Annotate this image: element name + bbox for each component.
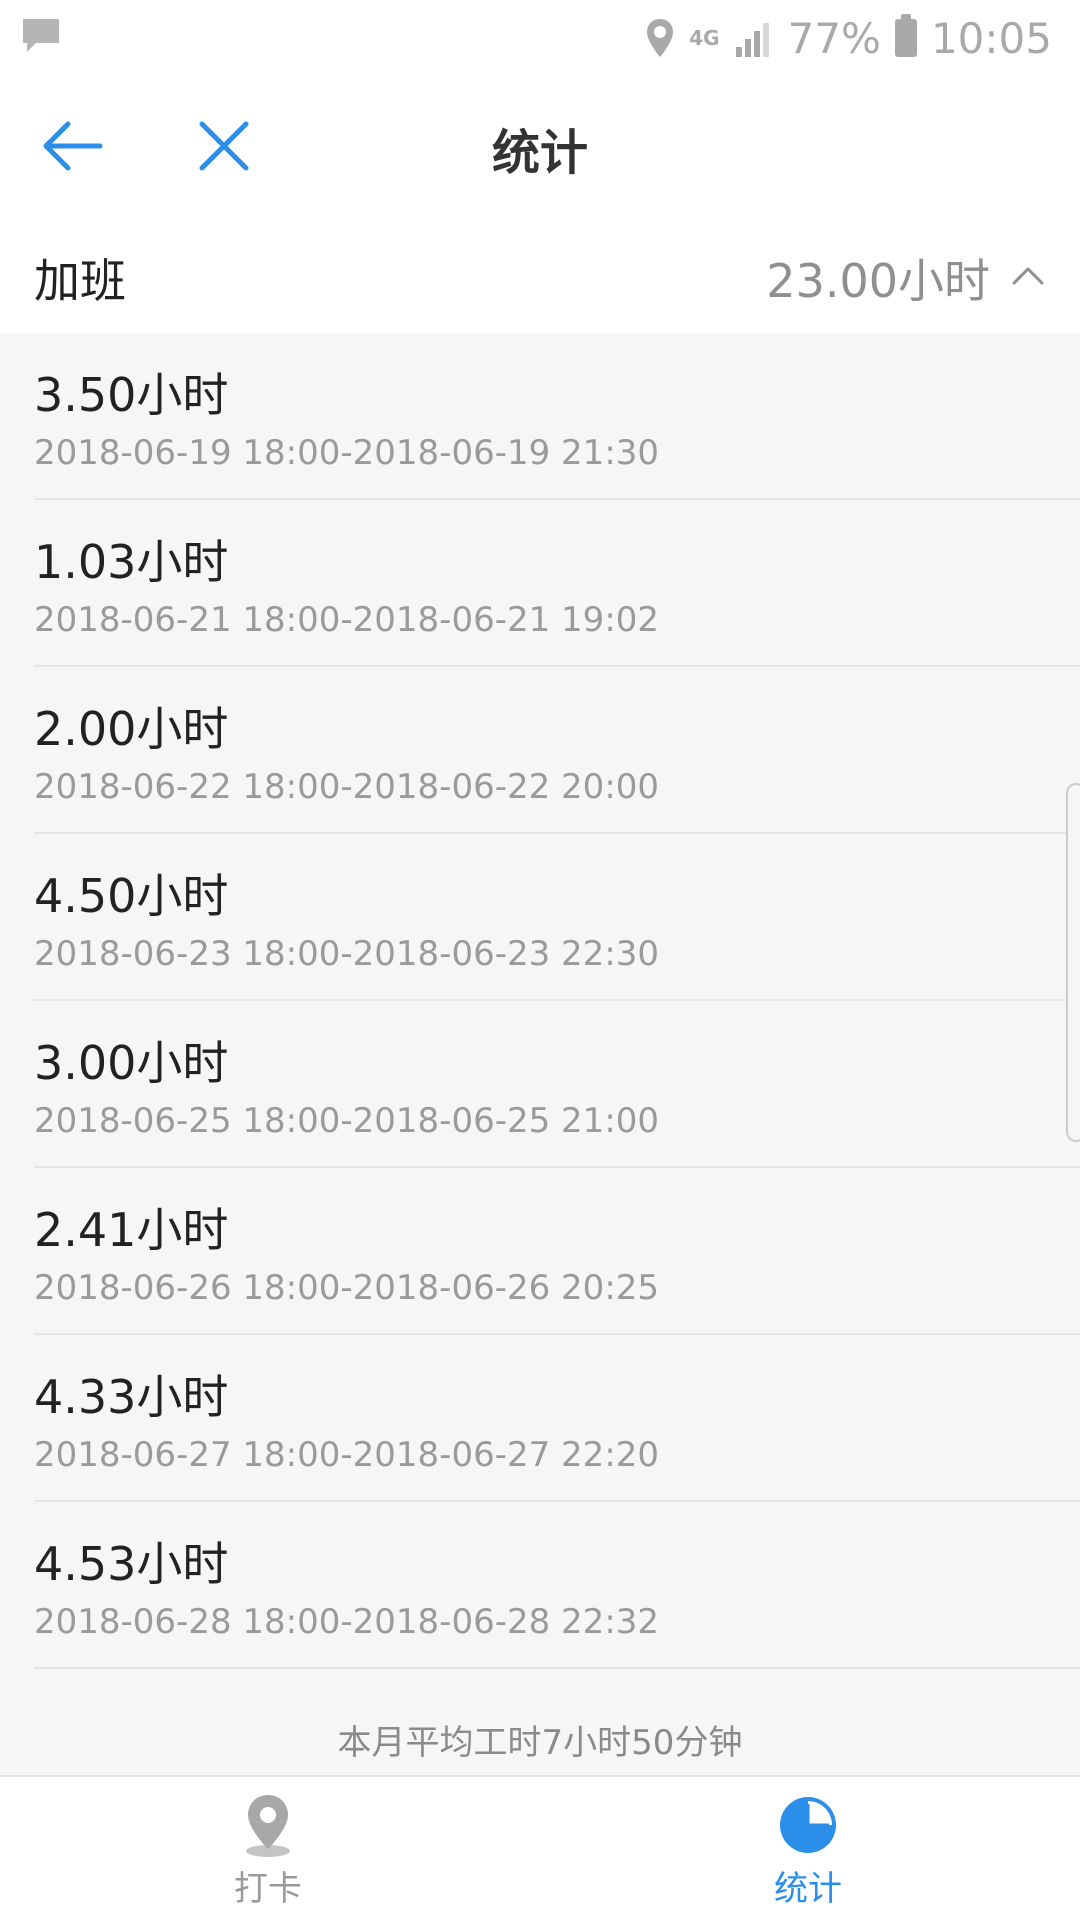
- item-hours: 1.03小时: [34, 535, 229, 589]
- item-hours: 3.50小时: [34, 368, 229, 422]
- battery-icon: [894, 14, 917, 57]
- item-hours: 3.00小时: [34, 1036, 229, 1090]
- item-hours: 2.00小时: [34, 702, 229, 756]
- item-time-range: 2018-06-26 18:00-2018-06-26 20:25: [34, 1268, 660, 1308]
- screen: 4G 77% 10:05 统计 加班 23.00小时 3.50小时 2018-0…: [0, 0, 1080, 1920]
- item-time-range: 2018-06-27 18:00-2018-06-27 22:20: [34, 1435, 660, 1475]
- item-time-range: 2018-06-21 18:00-2018-06-21 19:02: [34, 600, 660, 640]
- tab-label: 统计: [774, 1869, 842, 1909]
- section-title: 加班: [34, 254, 126, 308]
- status-bar: 4G 77% 10:05: [0, 0, 1080, 75]
- tab-statistics[interactable]: 统计: [708, 1785, 908, 1915]
- item-hours: 4.50小时: [34, 869, 229, 923]
- item-hours: 4.33小时: [34, 1370, 229, 1424]
- page-title: 统计: [491, 125, 588, 181]
- location-icon: [647, 19, 674, 57]
- network-type: 4G: [689, 26, 720, 50]
- message-notification-icon: [23, 19, 59, 52]
- tab-checkin[interactable]: 打卡: [168, 1785, 368, 1915]
- overtime-section-header[interactable]: 加班 23.00小时: [0, 215, 1080, 335]
- item-hours: 2.41小时: [34, 1203, 229, 1257]
- list-item[interactable]: 2.00小时 2018-06-22 18:00-2018-06-22 20:00: [34, 667, 1080, 834]
- list-item[interactable]: 4.33小时 2018-06-27 18:00-2018-06-27 22:20: [34, 1335, 1080, 1502]
- tab-label: 打卡: [234, 1869, 302, 1909]
- item-time-range: 2018-06-23 18:00-2018-06-23 22:30: [34, 934, 660, 974]
- chevron-up-icon[interactable]: [1008, 255, 1048, 295]
- list-item[interactable]: 3.00小时 2018-06-25 18:00-2018-06-25 21:00: [34, 1001, 1080, 1168]
- signal-icon: [735, 23, 769, 57]
- pie-chart-icon: [780, 1797, 836, 1853]
- bottom-tab-bar: 打卡 统计: [0, 1775, 1080, 1920]
- list-item[interactable]: 3.50小时 2018-06-19 18:00-2018-06-19 21:30: [34, 333, 1080, 500]
- item-time-range: 2018-06-19 18:00-2018-06-19 21:30: [34, 433, 660, 473]
- item-hours: 4.53小时: [34, 1537, 229, 1591]
- list-item[interactable]: 2.41小时 2018-06-26 18:00-2018-06-26 20:25: [34, 1168, 1080, 1335]
- item-time-range: 2018-06-28 18:00-2018-06-28 22:32: [34, 1602, 660, 1642]
- item-time-range: 2018-06-25 18:00-2018-06-25 21:00: [34, 1101, 660, 1141]
- list-item[interactable]: 4.53小时 2018-06-28 18:00-2018-06-28 22:32: [34, 1502, 1080, 1669]
- list-item[interactable]: 4.50小时 2018-06-23 18:00-2018-06-23 22:30: [34, 834, 1080, 1001]
- location-pin-icon: [246, 1795, 290, 1857]
- list-item[interactable]: 1.03小时 2018-06-21 18:00-2018-06-21 19:02: [34, 500, 1080, 667]
- scrollbar[interactable]: [1066, 783, 1080, 1142]
- clock: 10:05: [930, 13, 1052, 63]
- battery-percent: 77%: [787, 13, 881, 63]
- section-total: 23.00小时: [766, 254, 990, 308]
- status-icons: 4G 77% 10:05: [631, 8, 1052, 68]
- item-time-range: 2018-06-22 18:00-2018-06-22 20:00: [34, 767, 660, 807]
- overtime-list: 3.50小时 2018-06-19 18:00-2018-06-19 21:30…: [0, 333, 1080, 1775]
- nav-bar: 统计: [0, 75, 1080, 215]
- monthly-average-summary: 本月平均工时7小时50分钟: [337, 1723, 743, 1763]
